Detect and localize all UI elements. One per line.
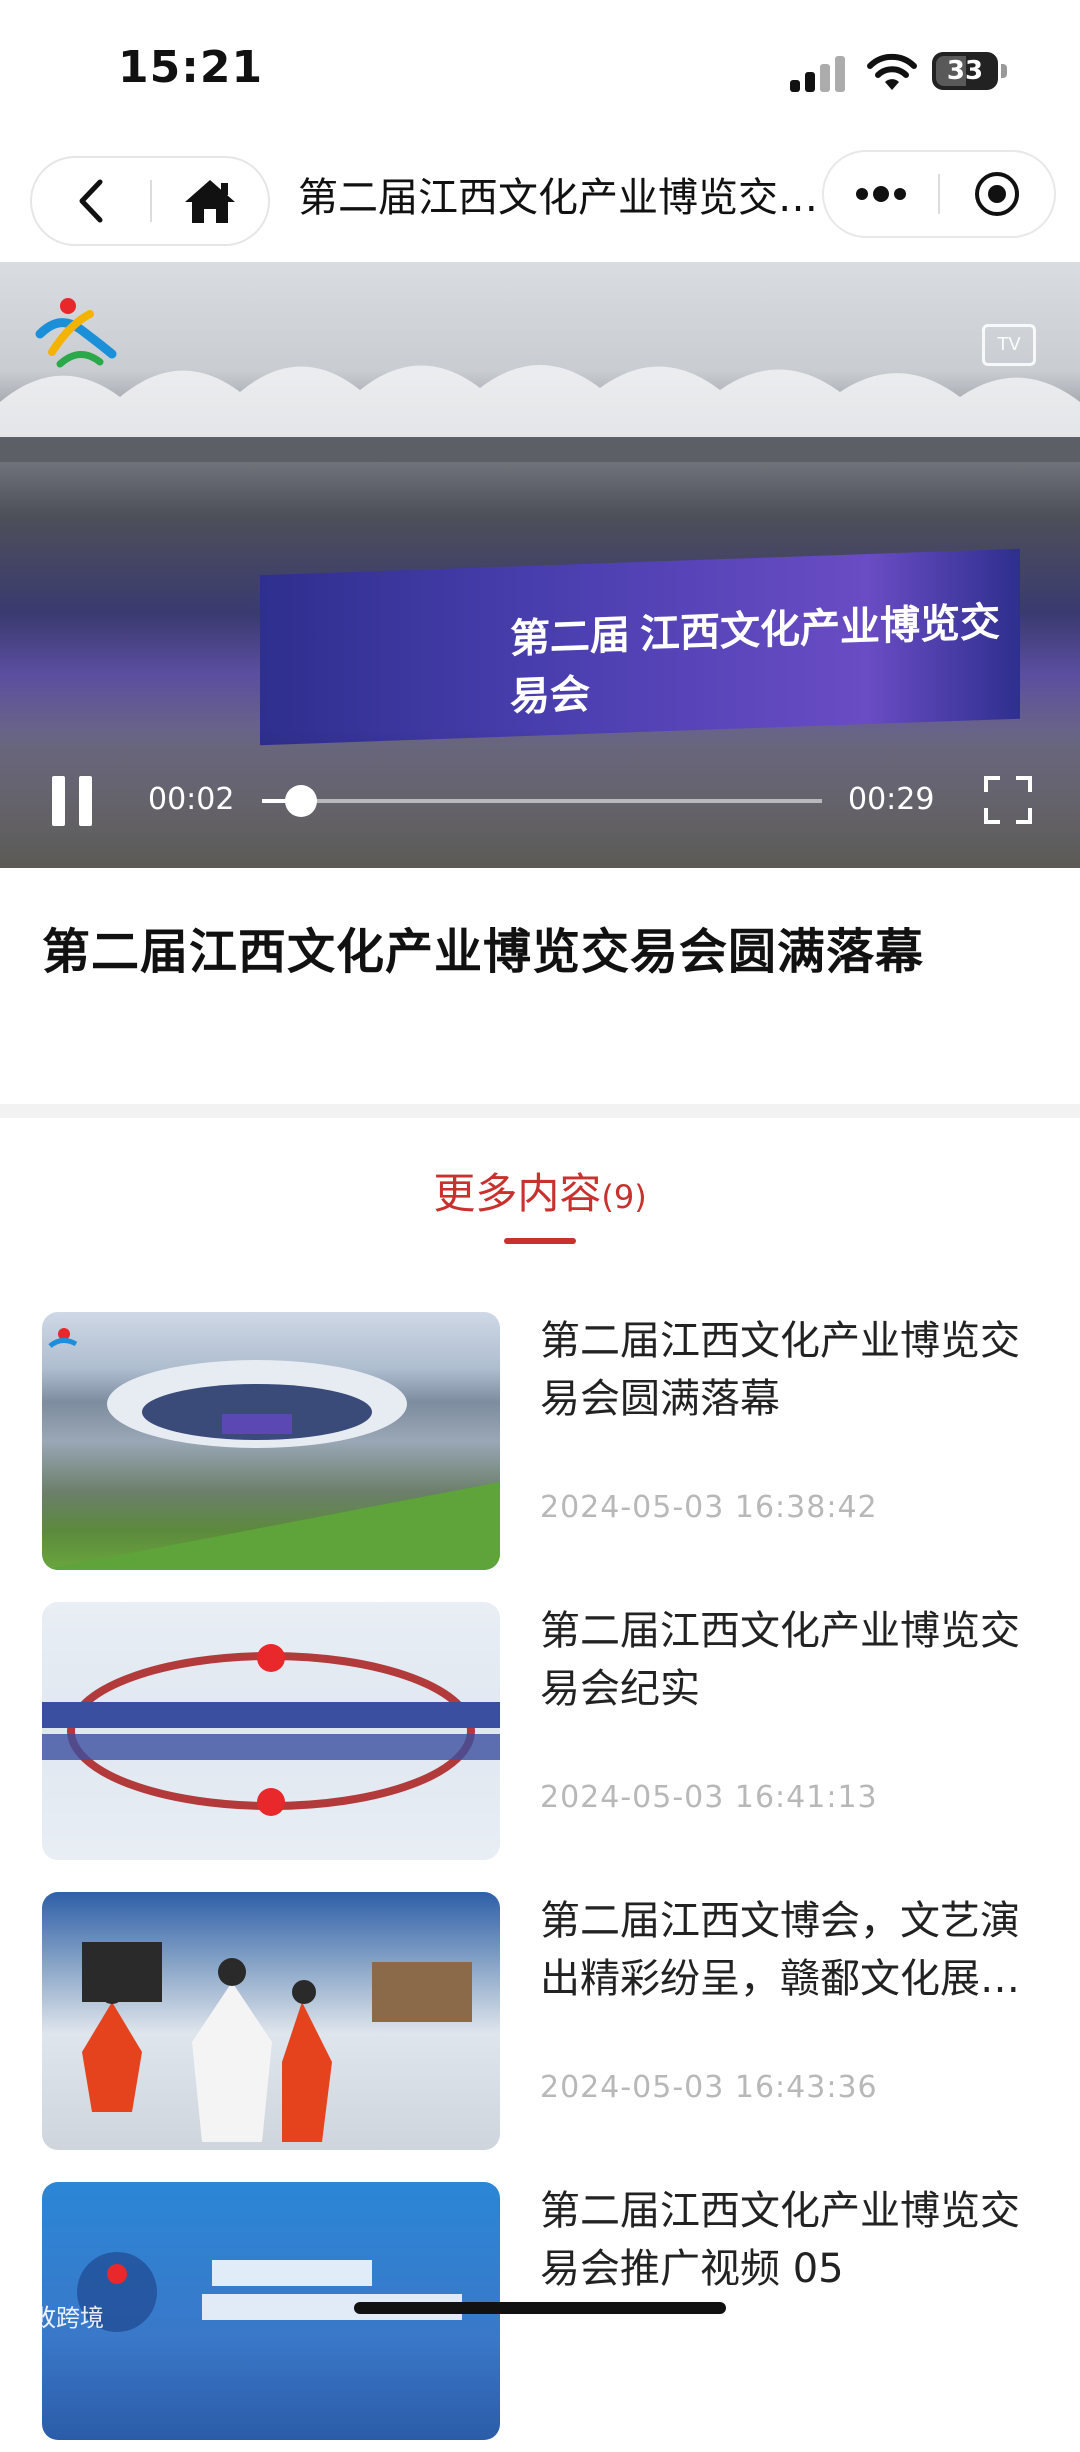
list-item-date: 2024-05-03 16:43:36 <box>540 2070 878 2105</box>
expo-stage-image <box>42 1644 500 1816</box>
video-thumbnail <box>42 1892 500 2150</box>
status-bar: 15:21 33 <box>0 0 1080 140</box>
battery-level-text: 33 <box>946 56 984 86</box>
video-banner: 第二届 江西文化产业博览交易会 <box>260 548 1020 746</box>
nav-capsule <box>30 156 270 246</box>
stadium-aerial-image <box>42 1328 500 1570</box>
video-banner-text: 第二届 江西文化产业博览交易会 <box>510 599 1000 720</box>
video-thumbnail <box>42 1312 500 1570</box>
list-item[interactable]: 第二届江西文化产业博览交易会纪实 2024-05-03 16:41:13 <box>0 1602 1080 1872</box>
more-content-label: 更多内容 <box>433 1169 602 1218</box>
list-item-title: 第二届江西文化产业博览交易会纪实 <box>540 1608 1020 1712</box>
page-title: 第二届江西文化产业博览交易会圆满落幕 <box>298 175 818 221</box>
article-title: 第二届江西文化产业博览交易会圆满落幕 <box>42 924 925 980</box>
dance-performance-image <box>82 1942 472 2142</box>
chevron-left-icon <box>79 179 103 223</box>
tab-underline <box>504 1238 576 1244</box>
more-button[interactable] <box>824 152 938 236</box>
list-item-title: 第二届江西文化产业博览交易会圆满落幕 <box>540 1318 1020 1422</box>
video-progress-thumb[interactable] <box>285 785 318 817</box>
stadium-roof-graphic <box>0 365 1080 462</box>
fullscreen-icon[interactable] <box>982 774 1034 826</box>
app-watermark: 大敗跨境 <box>8 2304 104 2332</box>
status-time: 15:21 <box>118 42 264 93</box>
video-current-time: 00:02 <box>148 782 235 817</box>
more-content-tab[interactable]: 更多内容(9) <box>0 1160 1080 1221</box>
list-item[interactable]: 第二届江西文化产业博览交易会圆满落幕 2024-05-03 16:38:42 <box>0 1312 1080 1582</box>
cellular-signal-icon <box>790 56 846 92</box>
video-thumbnail <box>42 1602 500 1860</box>
back-button[interactable] <box>32 158 150 244</box>
wifi-icon <box>867 53 917 90</box>
miniprogram-capsule <box>822 150 1056 238</box>
close-miniprogram-button[interactable] <box>940 152 1054 236</box>
video-player[interactable]: 第二届 江西文化产业博览交易会 TV 00:02 00:29 <box>0 262 1080 868</box>
list-item-title: 第二届江西文化产业博览交易会推广视频 05 <box>540 2188 1020 2292</box>
list-item-title: 第二届江西文博会，文艺演出精彩纷呈，赣鄱文化展… <box>540 1898 1020 2002</box>
home-indicator[interactable] <box>354 2302 726 2314</box>
home-button[interactable] <box>152 158 268 244</box>
expo-logo-icon <box>35 298 117 368</box>
battery-icon: 33 <box>932 52 1008 90</box>
tv-cast-icon[interactable]: TV <box>982 324 1036 366</box>
list-item-date: 2024-05-03 16:41:13 <box>540 1780 878 1815</box>
video-total-time: 00:29 <box>848 782 935 817</box>
home-icon <box>185 180 235 223</box>
list-item[interactable]: 第二届江西文博会，文艺演出精彩纷呈，赣鄱文化展… 2024-05-03 16:4… <box>0 1892 1080 2162</box>
target-close-icon <box>975 172 1019 216</box>
section-divider <box>0 1104 1080 1118</box>
list-item[interactable]: 第二届江西文化产业博览交易会推广视频 05 <box>0 2182 1080 2452</box>
video-progress-bar[interactable] <box>262 785 822 817</box>
more-dots-icon <box>856 186 906 202</box>
list-item-date: 2024-05-03 16:38:42 <box>540 1490 878 1525</box>
pause-button[interactable] <box>50 776 94 826</box>
more-content-count: (9) <box>601 1178 647 1216</box>
